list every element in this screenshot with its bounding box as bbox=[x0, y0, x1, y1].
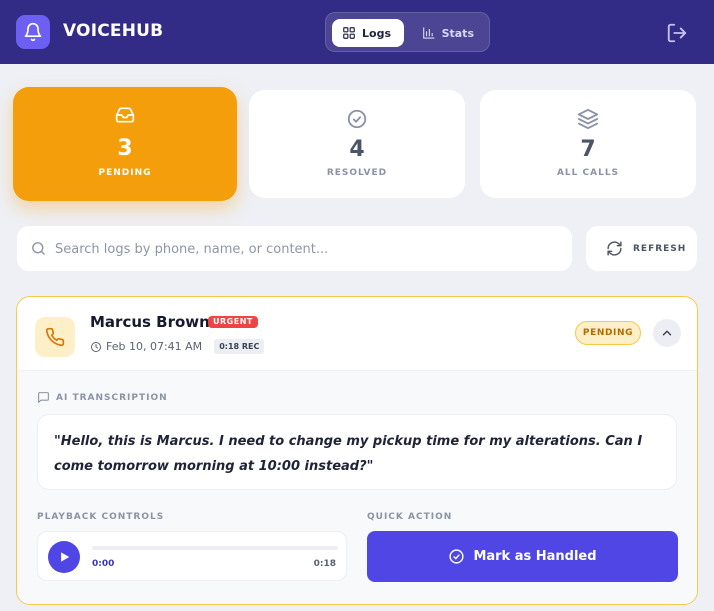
search-icon bbox=[32, 242, 45, 255]
app-title: VOICEHUB bbox=[63, 21, 164, 41]
grid-icon bbox=[343, 27, 355, 39]
transcription-label: AI TRANSCRIPTION bbox=[56, 392, 168, 403]
search-bar bbox=[17, 226, 572, 271]
tab-stats-label: Stats bbox=[441, 26, 474, 40]
resolved-label: RESOLVED bbox=[326, 168, 388, 178]
all-calls-count: 7 bbox=[580, 137, 596, 162]
transcription-heading: AI TRANSCRIPTION bbox=[37, 391, 168, 404]
refresh-button[interactable]: REFRESH bbox=[586, 226, 697, 271]
recording-duration-tag: 0:18 REC bbox=[214, 339, 265, 354]
call-log-header[interactable]: Marcus Brown URGENT Feb 10, 07:41 AM 0:1… bbox=[17, 297, 697, 371]
tab-logs[interactable]: Logs bbox=[332, 19, 404, 47]
call-log-details: AI TRANSCRIPTION "Hello, this is Marcus.… bbox=[17, 371, 697, 604]
app-header: VOICEHUB Logs Stats bbox=[0, 0, 714, 64]
call-log-card: Marcus Brown URGENT Feb 10, 07:41 AM 0:1… bbox=[16, 296, 698, 605]
logout-icon bbox=[667, 23, 687, 43]
play-icon bbox=[61, 552, 70, 562]
clock-icon bbox=[91, 341, 101, 352]
transcription-text: "Hello, this is Marcus. I need to change… bbox=[37, 414, 677, 490]
all-calls-label: ALL CALLS bbox=[556, 168, 620, 178]
playback-label: PLAYBACK CONTROLS bbox=[37, 512, 165, 522]
urgent-badge: URGENT bbox=[208, 316, 258, 328]
search-input[interactable] bbox=[55, 238, 555, 260]
audio-player: 0:00 0:18 bbox=[37, 531, 347, 581]
call-meta: Feb 10, 07:41 AM 0:18 REC bbox=[90, 339, 265, 354]
app-logo bbox=[16, 15, 50, 49]
pending-count: 3 bbox=[117, 136, 133, 161]
resolved-count: 4 bbox=[349, 137, 365, 162]
call-timestamp: Feb 10, 07:41 AM bbox=[106, 340, 203, 353]
bar-chart-icon bbox=[423, 27, 435, 39]
total-time: 0:18 bbox=[313, 559, 336, 569]
playback-progress-bar[interactable] bbox=[92, 546, 338, 550]
current-time: 0:00 bbox=[92, 559, 115, 569]
check-circle-icon bbox=[347, 109, 367, 129]
refresh-label: REFRESH bbox=[633, 243, 687, 254]
phone-icon bbox=[45, 327, 65, 347]
inbox-icon bbox=[115, 107, 135, 123]
bell-icon bbox=[24, 22, 42, 42]
status-badge: PENDING bbox=[575, 321, 641, 345]
layers-icon bbox=[577, 108, 599, 130]
call-type-badge bbox=[35, 317, 75, 357]
view-switcher: Logs Stats bbox=[325, 12, 490, 52]
stat-card-all-calls[interactable]: 7 ALL CALLS bbox=[480, 90, 696, 198]
pending-label: PENDING bbox=[98, 168, 152, 178]
message-icon bbox=[38, 392, 49, 403]
check-circle-icon bbox=[449, 549, 465, 564]
stat-card-resolved[interactable]: 4 RESOLVED bbox=[249, 90, 465, 198]
play-button[interactable] bbox=[48, 541, 80, 573]
caller-name: Marcus Brown bbox=[90, 313, 210, 331]
refresh-icon bbox=[607, 241, 622, 256]
collapse-button[interactable] bbox=[653, 319, 681, 347]
tab-stats[interactable]: Stats bbox=[412, 19, 484, 47]
tab-logs-label: Logs bbox=[362, 26, 391, 40]
mark-as-handled-button[interactable]: Mark as Handled bbox=[367, 531, 678, 582]
chevron-up-icon bbox=[662, 330, 672, 336]
stat-card-pending[interactable]: 3 PENDING bbox=[13, 87, 237, 201]
mark-as-handled-label: Mark as Handled bbox=[473, 549, 597, 564]
quick-action-label: QUICK ACTION bbox=[367, 512, 453, 522]
logout-button[interactable] bbox=[666, 22, 688, 44]
